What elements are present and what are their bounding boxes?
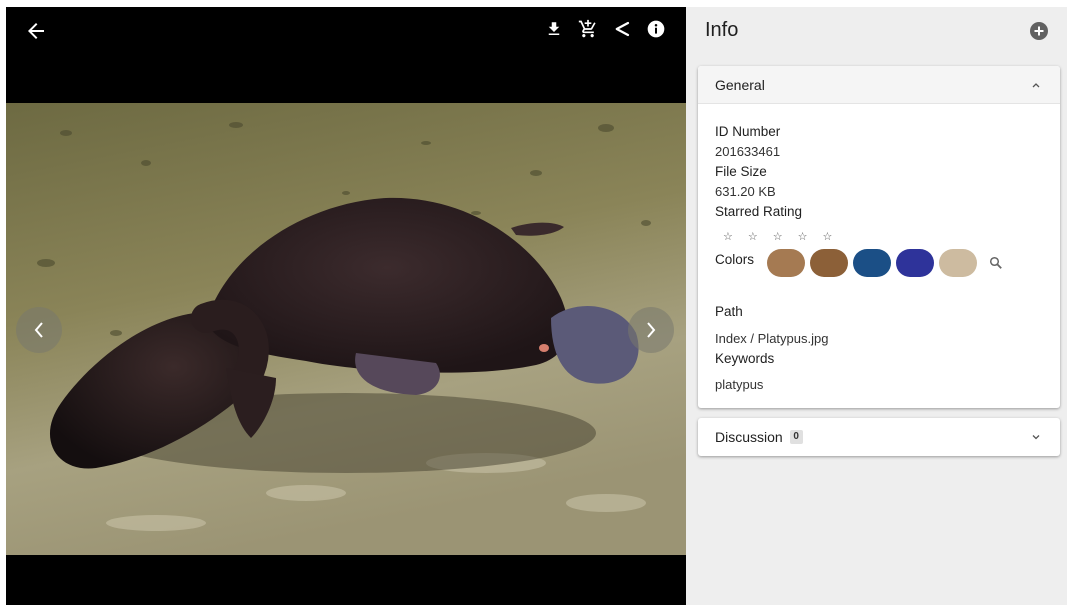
path-label: Path	[715, 304, 743, 319]
starred-rating-label: Starred Rating	[715, 204, 803, 219]
add-icon[interactable]	[1030, 22, 1048, 40]
panel-title: Info	[705, 19, 739, 41]
info-panel: Info General ID Number 201633461 File Si…	[686, 7, 1067, 605]
share-icon[interactable]	[612, 19, 632, 39]
path-value: Index / Platypus.jpg	[715, 331, 829, 346]
id-number-label: ID Number	[715, 124, 781, 139]
keywords-label: Keywords	[715, 351, 775, 366]
general-header[interactable]: General	[698, 66, 1060, 104]
back-arrow-icon[interactable]	[24, 19, 48, 43]
color-swatch[interactable]	[810, 249, 849, 277]
chevron-up-icon	[1032, 83, 1040, 88]
star-icon[interactable]: ☆	[723, 230, 733, 244]
id-number-value: 201633461	[715, 144, 781, 159]
download-icon[interactable]	[544, 19, 564, 39]
star-icon[interactable]: ☆	[823, 230, 833, 244]
discussion-header-label: Discussion	[715, 429, 783, 445]
keyword-item[interactable]: platypus	[715, 375, 1043, 395]
platypus-photo	[6, 103, 686, 555]
general-header-label: General	[715, 76, 765, 93]
star-icon[interactable]: ☆	[798, 230, 808, 244]
star-rating: ☆ ☆ ☆ ☆ ☆	[723, 230, 1043, 244]
file-size-value: 631.20 KB	[715, 184, 776, 199]
star-icon[interactable]: ☆	[773, 230, 783, 244]
color-swatch[interactable]	[939, 249, 978, 277]
colors-row: Colors	[715, 249, 1043, 277]
discussion-card: Discussion 0	[698, 418, 1060, 456]
add-to-cart-icon[interactable]	[578, 19, 598, 39]
discussion-count-badge: 0	[789, 430, 803, 444]
color-swatch[interactable]	[896, 249, 935, 277]
colors-label: Colors	[715, 252, 755, 267]
viewer-toolbar	[544, 19, 666, 39]
search-icon[interactable]	[989, 256, 1003, 270]
info-icon[interactable]	[646, 19, 666, 39]
color-swatch[interactable]	[853, 249, 892, 277]
discussion-header[interactable]: Discussion 0	[698, 418, 1060, 456]
color-swatch[interactable]	[767, 249, 806, 277]
next-image-button[interactable]	[628, 307, 674, 353]
general-body: ID Number 201633461 File Size 631.20 KB …	[698, 104, 1060, 395]
image-viewer	[6, 7, 686, 605]
chevron-down-icon	[1032, 435, 1040, 440]
general-card: General ID Number 201633461 File Size 63…	[698, 66, 1060, 408]
file-size-label: File Size	[715, 164, 767, 179]
star-icon[interactable]: ☆	[748, 230, 758, 244]
previous-image-button[interactable]	[16, 307, 62, 353]
